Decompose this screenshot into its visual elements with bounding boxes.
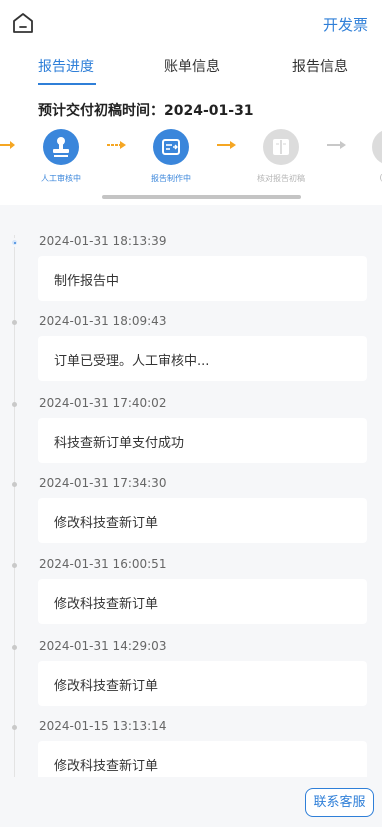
timeline-dot: [12, 645, 17, 650]
step-label: 报告制作中: [151, 174, 191, 183]
timeline-entry: 2024-01-31 18:09:43 订单已受理。人工审核中...: [0, 311, 382, 391]
timeline-card: 修改科技查新订单: [38, 579, 367, 624]
step-next: [372, 129, 382, 165]
bottom-bar: 联系客服: [0, 777, 382, 827]
timeline-dot: [12, 725, 17, 730]
stamp-icon: [53, 137, 69, 157]
timeline-dot: [12, 402, 17, 407]
active-tab-indicator: [38, 83, 96, 85]
contact-support-button[interactable]: 联系客服: [305, 788, 374, 817]
tab-report-info[interactable]: 报告信息: [292, 56, 348, 76]
timeline-time: 2024-01-31 14:29:03: [39, 639, 167, 653]
timeline-entry: 2024-01-31 17:40:02 科技查新订单支付成功: [0, 393, 382, 473]
timeline-time: 2024-01-31 18:09:43: [39, 314, 167, 328]
timeline-entry: 2024-01-15 13:13:14 修改科技查新订单: [0, 716, 382, 777]
steps-scrollbar[interactable]: [102, 195, 301, 199]
timeline-entry: 2024-01-31 16:00:51 修改科技查新订单: [0, 554, 382, 634]
delivery-deadline: 预计交付初稿时间：2024-01-31: [38, 103, 254, 119]
timeline-card: 修改科技查新订单: [38, 498, 367, 543]
timeline-time: 2024-01-31 18:13:39: [39, 234, 167, 248]
timeline-time: 2024-01-31 17:40:02: [39, 396, 167, 410]
invoice-button[interactable]: 开发票: [323, 14, 368, 35]
timeline-time: 2024-01-31 17:34:30: [39, 476, 167, 490]
timeline-dot: [10, 238, 19, 247]
timeline-card: 科技查新订单支付成功: [38, 418, 367, 463]
timeline: 2024-01-31 18:13:39 制作报告中 2024-01-31 18:…: [0, 205, 382, 777]
timeline-card: 制作报告中: [38, 256, 367, 301]
timeline-entry: 2024-01-31 17:34:30 修改科技查新订单: [0, 473, 382, 553]
timeline-dot: [12, 563, 17, 568]
step-report-production: [153, 129, 189, 165]
timeline-card: 修改科技查新订单: [38, 741, 367, 777]
timeline-entry: 2024-01-31 18:13:39 制作报告中: [0, 231, 382, 311]
home-icon[interactable]: [11, 12, 35, 34]
progress-steps[interactable]: 人工审核中 报告制作中 核对报告初稿 (: [0, 127, 382, 189]
step-check-draft: [263, 129, 299, 165]
top-bar: 开发票: [0, 0, 382, 46]
timeline-dot: [12, 320, 17, 325]
book-icon: [273, 139, 289, 155]
arrow-icon: [0, 141, 15, 149]
arrow-icon: [107, 141, 126, 149]
timeline-card: 订单已受理。人工审核中...: [38, 336, 367, 381]
timeline-time: 2024-01-31 16:00:51: [39, 557, 167, 571]
step-label: 核对报告初稿: [257, 174, 305, 183]
tab-billing-info[interactable]: 账单信息: [164, 56, 220, 76]
arrow-icon: [217, 141, 236, 149]
timeline-time: 2024-01-15 13:13:14: [39, 719, 167, 733]
timeline-entry: 2024-01-31 14:29:03 修改科技查新订单: [0, 636, 382, 716]
timeline-dot: [12, 482, 17, 487]
step-manual-review: [43, 129, 79, 165]
tab-report-progress[interactable]: 报告进度: [38, 56, 94, 76]
step-label: 人工审核中: [41, 174, 81, 183]
report-icon: [162, 139, 180, 155]
tab-bar: 报告进度 账单信息 报告信息: [0, 56, 382, 86]
timeline-card: 修改科技查新订单: [38, 661, 367, 706]
arrow-icon: [327, 141, 346, 149]
